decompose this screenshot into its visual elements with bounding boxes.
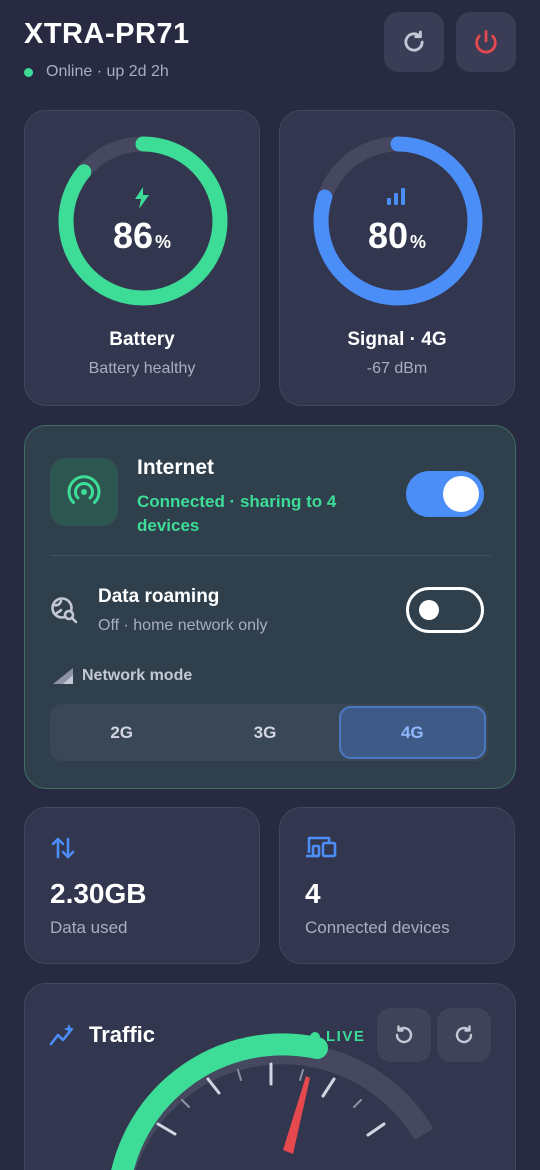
devices-icon bbox=[305, 835, 337, 864]
battery-label: Battery bbox=[109, 329, 175, 350]
live-indicator: LIVE bbox=[310, 1028, 365, 1045]
live-label: LIVE bbox=[326, 1028, 366, 1045]
connected-devices-value: 4 bbox=[305, 878, 321, 909]
traffic-card: Traffic LIVE bbox=[24, 983, 516, 1170]
restart-button[interactable] bbox=[384, 12, 444, 72]
battery-value: 86% bbox=[112, 215, 172, 256]
internet-toggle[interactable] bbox=[406, 471, 484, 517]
roaming-toggle-knob bbox=[419, 600, 439, 620]
roaming-globe-icon bbox=[50, 596, 78, 629]
live-dot-icon bbox=[310, 1031, 320, 1042]
network-mode-3g[interactable]: 3G bbox=[193, 704, 336, 761]
internet-card: Internet Connected · sharing to 4 device… bbox=[24, 425, 516, 789]
connected-devices-card: 4 Connected devices bbox=[279, 807, 515, 964]
connected-devices-label: Connected devices bbox=[305, 918, 450, 937]
data-used-value: 2.30GB bbox=[50, 878, 147, 909]
traffic-reset-button[interactable] bbox=[377, 1008, 431, 1062]
signal-triangle-icon bbox=[53, 668, 73, 684]
network-mode-4g[interactable]: 4G bbox=[338, 706, 486, 759]
transfer-arrows-icon bbox=[50, 835, 76, 866]
header: XTRA-PR71 Online · up 2d 2h bbox=[24, 12, 516, 88]
signal-card: 80% Signal · 4G -67 dBm bbox=[279, 110, 515, 406]
internet-title: Internet bbox=[137, 456, 215, 479]
signal-label: Signal · 4G bbox=[347, 329, 447, 350]
online-dot-icon bbox=[24, 67, 33, 77]
internet-icon-box bbox=[50, 458, 118, 526]
refresh-icon bbox=[455, 1025, 473, 1044]
signal-sub: -67 dBm bbox=[366, 360, 428, 377]
signal-bars-icon bbox=[280, 187, 514, 210]
bolt-icon bbox=[25, 187, 259, 214]
device-name: XTRA-PR71 bbox=[24, 18, 190, 50]
hotspot-icon bbox=[67, 475, 101, 504]
divider bbox=[50, 555, 491, 556]
data-used-card: 2.30GB Data used bbox=[24, 807, 260, 964]
signal-value: 80% bbox=[367, 215, 427, 256]
roaming-toggle[interactable] bbox=[406, 587, 484, 633]
data-used-label: Data used bbox=[50, 918, 128, 937]
power-icon bbox=[475, 30, 497, 54]
internet-toggle-knob bbox=[443, 476, 479, 512]
internet-status: Connected · sharing to 4 devices bbox=[137, 492, 337, 535]
power-button[interactable] bbox=[456, 12, 516, 72]
traffic-title: Traffic bbox=[89, 1022, 156, 1047]
traffic-refresh-button[interactable] bbox=[437, 1008, 491, 1062]
restart-icon bbox=[404, 30, 424, 52]
roaming-title: Data roaming bbox=[98, 586, 220, 607]
traffic-sparkle-icon bbox=[49, 1024, 77, 1051]
online-status-text: Online · up 2d 2h bbox=[46, 63, 169, 80]
roaming-sub: Off · home network only bbox=[98, 617, 268, 634]
network-mode-2g[interactable]: 2G bbox=[50, 704, 193, 761]
online-status: Online · up 2d 2h bbox=[24, 63, 169, 81]
battery-card: 86% Battery Battery healthy bbox=[24, 110, 260, 406]
reset-icon bbox=[395, 1025, 413, 1044]
battery-sub: Battery healthy bbox=[88, 360, 196, 377]
network-mode-label: Network mode bbox=[52, 667, 192, 685]
network-mode-selector: 2G 3G 4G bbox=[50, 704, 488, 761]
